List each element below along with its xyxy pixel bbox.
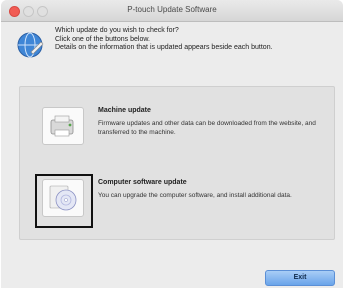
machine-update-description: Firmware updates and other data can be d…: [98, 120, 316, 136]
title-bar: P-touch Update Software: [1, 0, 343, 22]
computer-software-update-description: You can upgrade the computer software, a…: [98, 192, 292, 199]
intro-line-question: Which update do you wish to check for?: [55, 27, 179, 34]
computer-software-update-title: Computer software update: [98, 179, 187, 186]
selection-highlight-box: [35, 174, 93, 228]
printer-icon: [50, 115, 74, 137]
machine-update-title: Machine update: [98, 107, 151, 114]
intro-line-instruction: Click one of the buttons below.: [55, 35, 150, 43]
intro-section: Which update do you wish to check for? C…: [15, 27, 335, 73]
machine-update-button[interactable]: [42, 107, 84, 145]
intro-line-details: Details on the information that is updat…: [55, 44, 273, 52]
globe-update-icon: [17, 32, 44, 58]
app-window: P-touch Update Software Which update do …: [1, 0, 343, 288]
window-title: P-touch Update Software: [127, 5, 217, 14]
machine-update-option: Machine update Firmware updates and othe…: [20, 101, 334, 161]
intro-text: Which update do you wish to check for? C…: [55, 27, 327, 53]
exit-button[interactable]: Exit: [265, 270, 335, 286]
